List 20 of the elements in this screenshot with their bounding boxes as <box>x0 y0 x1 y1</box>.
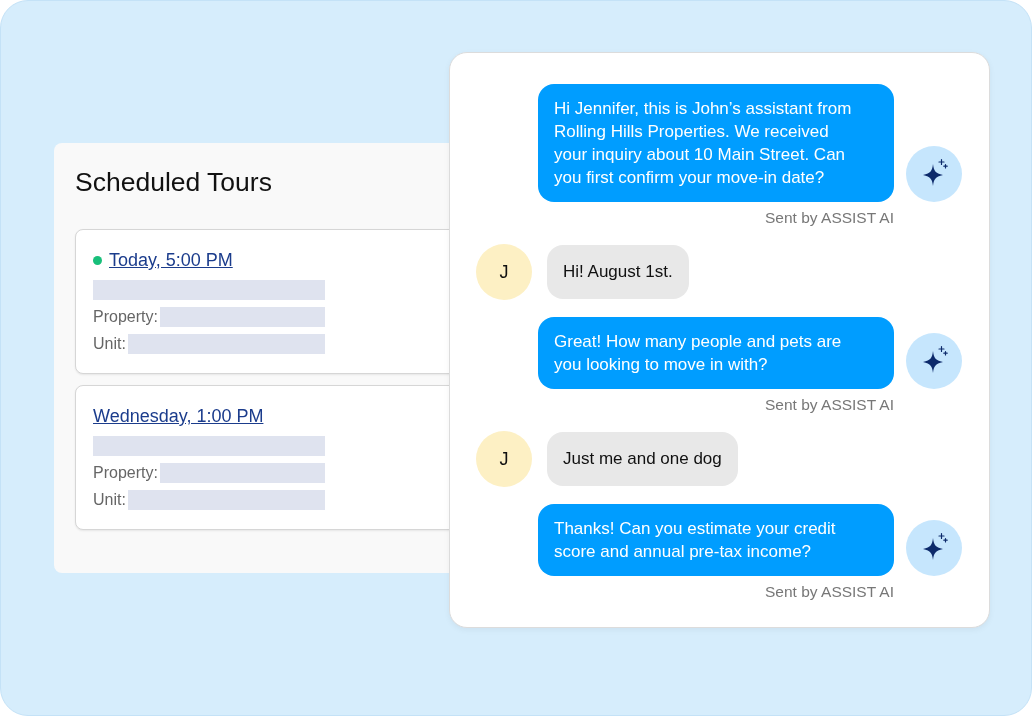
field-label: Unit: <box>93 490 126 510</box>
sent-by-label: Sent by ASSIST AI <box>765 396 894 414</box>
user-avatar: J <box>476 244 532 300</box>
assistant-message: Thanks! Can you estimate your credit score and annual pre-tax income? <box>538 504 894 576</box>
field-label: Unit: <box>93 334 126 354</box>
field-label: Property: <box>93 463 158 483</box>
user-avatar: J <box>476 431 532 487</box>
sparkle-icon <box>906 146 962 202</box>
sparkle-icon <box>906 520 962 576</box>
sent-by-label: Sent by ASSIST AI <box>765 583 894 601</box>
sparkle-icon <box>906 333 962 389</box>
user-message: Just me and one dog <box>547 432 738 486</box>
user-message: Hi! August 1st. <box>547 245 689 299</box>
tour-time-link[interactable]: Today, 5:00 PM <box>109 248 233 272</box>
sent-by-label: Sent by ASSIST AI <box>765 209 894 227</box>
field-label: Property: <box>93 307 158 327</box>
assistant-message: Great! How many people and pets are you looking to move in with? <box>538 317 894 389</box>
tour-time-link[interactable]: Wednesday, 1:00 PM <box>93 404 264 428</box>
assistant-message: Hi Jennifer, this is John’s assistant from Rolling Hills Properties. We received your inquiry about 10 Main Street. Can you first confirm your move-in date? <box>538 84 894 202</box>
panel-title: Scheduled Tours <box>75 166 272 198</box>
